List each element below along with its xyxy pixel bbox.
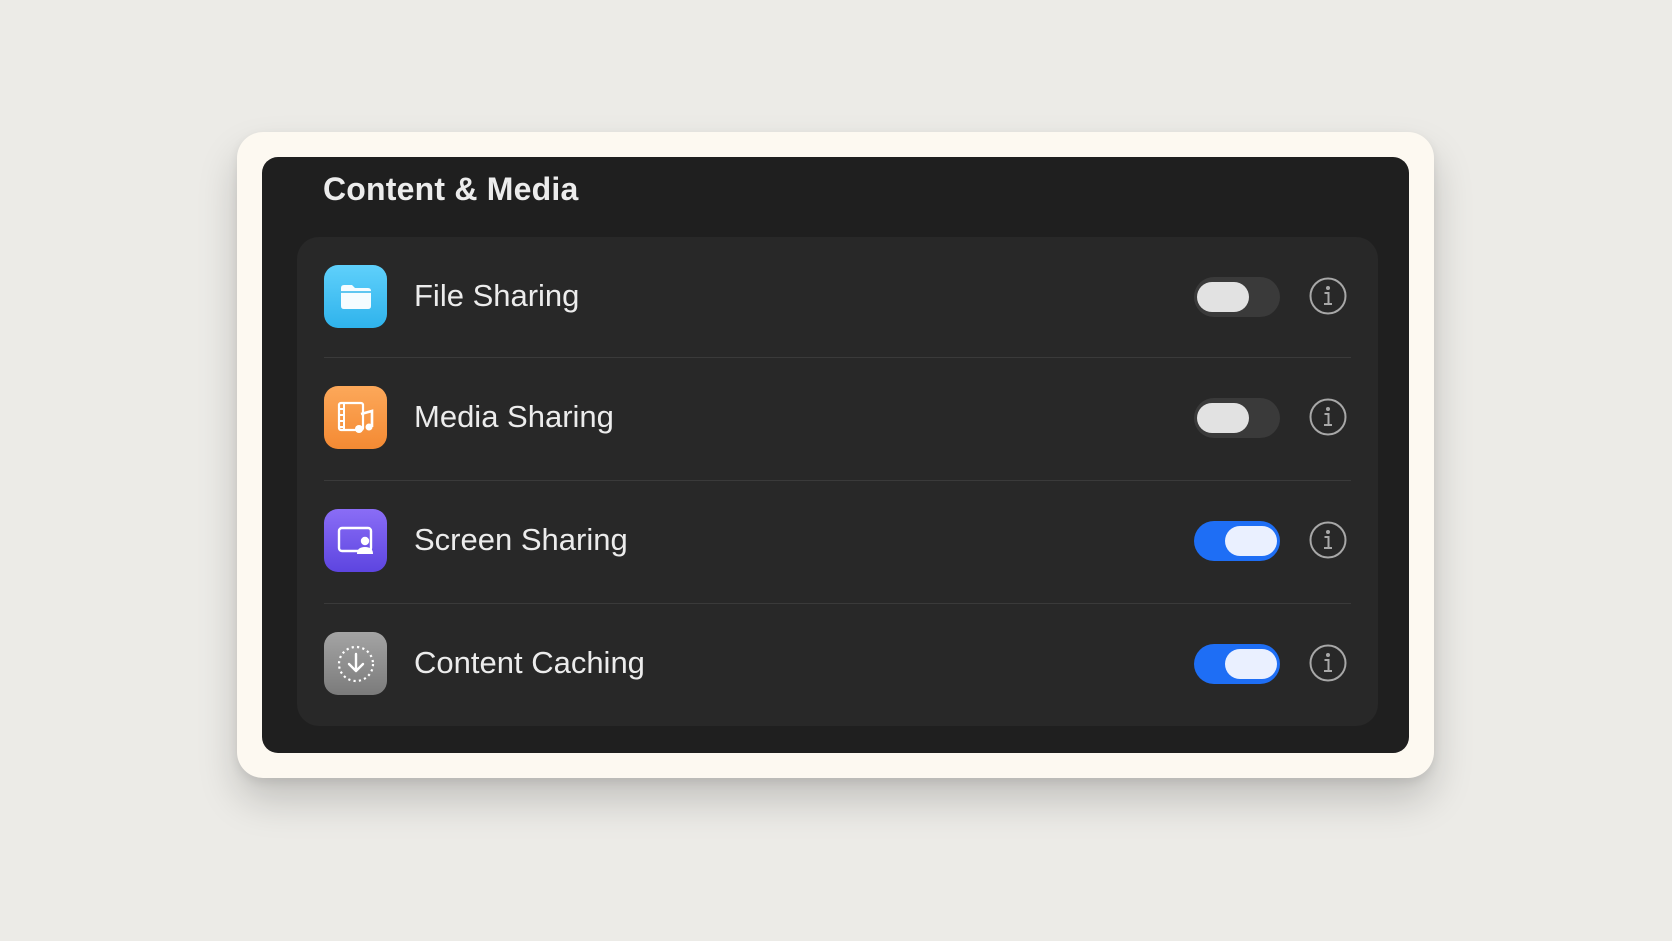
file-sharing-label: File Sharing <box>414 278 580 313</box>
screen-share-person-icon <box>324 509 387 572</box>
toggle-knob <box>1197 282 1249 312</box>
list-item-file-sharing: File Sharing <box>297 237 1378 358</box>
download-circle-icon <box>324 632 387 695</box>
toggle-knob <box>1197 403 1249 433</box>
list-item-screen-sharing: Screen Sharing <box>297 481 1378 604</box>
screen-sharing-toggle[interactable] <box>1194 521 1280 561</box>
media-sharing-toggle[interactable] <box>1194 398 1280 438</box>
window-frame: Content & Media File Sharing Media Shari… <box>237 132 1434 778</box>
folder-icon <box>324 265 387 328</box>
list-item-media-sharing: Media Sharing <box>297 358 1378 481</box>
toggle-knob <box>1225 649 1277 679</box>
toggle-knob <box>1225 526 1277 556</box>
info-icon[interactable] <box>1308 520 1348 560</box>
info-icon[interactable] <box>1308 276 1348 316</box>
list-item-content-caching: Content Caching <box>297 604 1378 725</box>
info-icon[interactable] <box>1308 397 1348 437</box>
info-icon[interactable] <box>1308 643 1348 683</box>
settings-panel: Content & Media File Sharing Media Shari… <box>262 157 1409 753</box>
sharing-list: File Sharing Media Sharing Screen Sharin… <box>297 237 1378 726</box>
section-title: Content & Media <box>323 171 579 207</box>
media-film-music-icon <box>324 386 387 449</box>
screen-sharing-label: Screen Sharing <box>414 522 628 557</box>
content-caching-toggle[interactable] <box>1194 644 1280 684</box>
content-caching-label: Content Caching <box>414 645 645 680</box>
media-sharing-label: Media Sharing <box>414 399 614 434</box>
file-sharing-toggle[interactable] <box>1194 277 1280 317</box>
